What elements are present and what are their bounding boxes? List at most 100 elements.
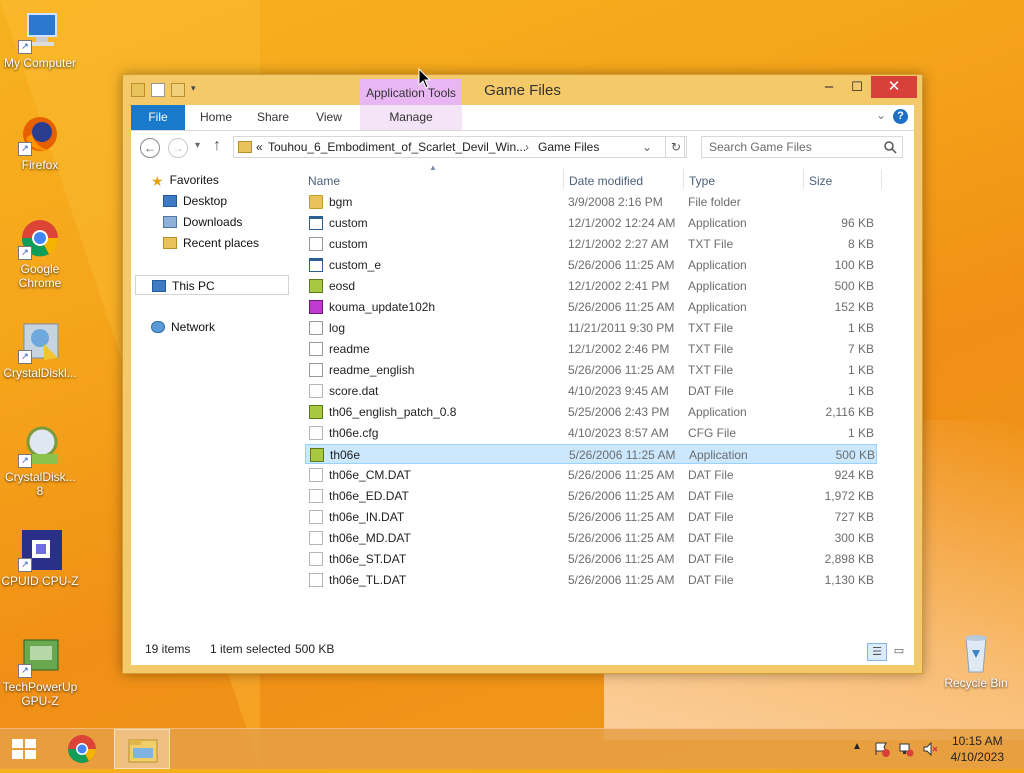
show-hidden-icons-icon[interactable]: ▲ (852, 741, 862, 752)
file-row[interactable]: th06e_CM.DAT 5/26/2006 11:25 AM DAT File 92… (305, 465, 877, 485)
file-type: DAT File (688, 468, 734, 482)
nav-desktop-label: Desktop (183, 194, 228, 208)
file-name: th06e_MD.DAT (329, 531, 411, 545)
file-icon (309, 468, 323, 482)
address-dropdown-icon[interactable]: ⌄ (642, 137, 652, 157)
desktop-icon-crystaldiskmark[interactable]: ↗ CrystalDisk... 8 (0, 424, 80, 498)
column-divider[interactable] (563, 169, 564, 189)
file-type: TXT File (688, 321, 734, 335)
expand-ribbon-icon[interactable]: ⌄ (876, 108, 886, 122)
desktop-icon-recycle-bin[interactable]: Recycle Bin (936, 630, 1016, 690)
desktop-icon-cpuz[interactable]: ↗ CPUID CPU-Z (0, 528, 80, 588)
nav-this-pc[interactable]: This PC (135, 275, 289, 295)
file-list: ▲ Name Date modified Type Size bgm 3/9/20… (303, 163, 914, 635)
tab-manage[interactable]: Manage (360, 105, 462, 130)
file-type: CFG File (688, 426, 736, 440)
help-button[interactable]: ? (893, 109, 908, 124)
recent-locations-icon[interactable]: ▾ (195, 140, 200, 151)
start-button[interactable] (10, 737, 38, 761)
file-row[interactable]: th06e_IN.DAT 5/26/2006 11:25 AM DAT File 72… (305, 507, 877, 527)
file-type: File folder (688, 195, 741, 209)
file-row[interactable]: th06e 5/26/2006 11:25 AM Application 500 KB (305, 444, 877, 464)
column-header-name[interactable]: Name (308, 171, 340, 191)
system-clock[interactable]: 10:15 AM 4/10/2023 (951, 733, 1004, 765)
file-row[interactable]: kouma_update102h 5/26/2006 11:25 AM Applic… (305, 297, 877, 317)
breadcrumb-parent[interactable]: Touhou_6_Embodiment_of_Scarlet_Devil_Win… (268, 137, 526, 157)
file-date-modified: 5/26/2006 11:25 AM (568, 573, 675, 587)
nav-network[interactable]: Network (151, 317, 215, 337)
volume-muted-icon[interactable] (922, 741, 938, 760)
file-row[interactable]: readme_english 5/26/2006 11:25 AM TXT File… (305, 360, 877, 380)
title-bar[interactable]: ▾ Application Tools Game Files – ☐ ✕ (123, 75, 922, 105)
windows-logo-icon (12, 739, 36, 759)
file-row[interactable]: log 11/21/2011 9:30 PM TXT File 1 KB (305, 318, 877, 338)
taskbar-file-explorer[interactable] (114, 729, 170, 769)
file-name: th06e.cfg (329, 426, 379, 440)
file-row[interactable]: th06e_ST.DAT 5/26/2006 11:25 AM DAT File 2,… (305, 549, 877, 569)
breadcrumb-current[interactable]: Game Files (538, 137, 599, 157)
desktop-icon-my-computer[interactable]: ↗ My Computer (0, 10, 80, 70)
column-header-size[interactable]: Size (809, 171, 832, 191)
taskbar-chrome[interactable] (54, 729, 110, 769)
back-button[interactable]: ← (140, 138, 160, 158)
file-row[interactable]: th06e_ED.DAT 5/26/2006 11:25 AM DAT File 1,… (305, 486, 877, 506)
network-status-icon[interactable] (898, 741, 914, 760)
breadcrumb-separator[interactable]: › (525, 137, 529, 157)
file-icon (309, 426, 323, 440)
file-row[interactable]: score.dat 4/10/2023 9:45 AM DAT File 1 KB (305, 381, 877, 401)
column-divider[interactable] (803, 169, 804, 189)
forward-button[interactable]: → (168, 138, 188, 158)
action-center-icon[interactable] (874, 741, 890, 760)
nav-downloads[interactable]: Downloads (163, 212, 242, 232)
column-divider[interactable] (683, 169, 684, 189)
clock-date: 4/10/2023 (950, 750, 1004, 764)
file-name: custom (329, 216, 368, 230)
desktop-icon-firefox[interactable]: ↗ Firefox (0, 112, 80, 172)
tab-view[interactable]: View (307, 105, 351, 130)
column-divider[interactable] (881, 169, 882, 189)
file-row[interactable]: custom 12/1/2002 12:24 AM Application 96 KB (305, 213, 877, 233)
desktop-icon-crystaldiskinfo[interactable]: ↗ CrystalDiskl... (0, 320, 80, 380)
file-size: 1 KB (847, 384, 874, 398)
file-row[interactable]: th06_english_patch_0.8 5/25/2006 2:43 PM A… (305, 402, 877, 422)
close-button[interactable]: ✕ (871, 76, 917, 98)
desktop-icon-label: CrystalDisk... 8 (5, 470, 76, 498)
file-row[interactable]: custom_e 5/26/2006 11:25 AM Application 100… (305, 255, 877, 275)
search-icon[interactable] (883, 140, 897, 154)
address-prefix[interactable]: « (256, 137, 263, 157)
large-icons-view-button[interactable]: ▭ (889, 643, 909, 661)
tab-home[interactable]: Home (193, 105, 239, 130)
nav-recent-places[interactable]: Recent places (163, 233, 259, 253)
file-explorer-icon (128, 739, 158, 763)
column-header-type[interactable]: Type (689, 171, 715, 191)
file-size: 500 KB (834, 279, 874, 293)
file-row[interactable]: eosd 12/1/2002 2:41 PM Application 500 KB (305, 276, 877, 296)
nav-favorites[interactable]: ★ Favorites (151, 170, 219, 190)
file-type: Application (688, 405, 747, 419)
search-input[interactable]: Search Game Files (701, 136, 903, 158)
desktop-icon-chrome[interactable]: ↗ Google Chrome (0, 216, 80, 290)
file-row[interactable]: custom 12/1/2002 2:27 AM TXT File 8 KB (305, 234, 877, 254)
file-size: 2,116 KB (825, 405, 874, 419)
file-icon (309, 489, 323, 503)
file-row[interactable]: readme 12/1/2002 2:46 PM TXT File 7 KB (305, 339, 877, 359)
desktop-icon-label: CPUID CPU-Z (1, 574, 79, 588)
address-bar[interactable]: « Touhou_6_Embodiment_of_Scarlet_Devil_W… (233, 136, 685, 158)
nav-desktop[interactable]: Desktop (163, 191, 227, 211)
details-view-button[interactable]: ☰ (867, 643, 887, 661)
file-row[interactable]: th06e_MD.DAT 5/26/2006 11:25 AM DAT File 30… (305, 528, 877, 548)
file-icon (309, 573, 323, 587)
file-row[interactable]: bgm 3/9/2008 2:16 PM File folder (305, 192, 877, 212)
clock-time: 10:15 AM (951, 734, 1003, 748)
up-button[interactable]: ↑ (213, 137, 221, 155)
tab-file[interactable]: File (131, 105, 185, 130)
desktop-icon-gpuz[interactable]: ↗ TechPowerUp GPU-Z (0, 634, 80, 708)
file-row[interactable]: th06e_TL.DAT 5/26/2006 11:25 AM DAT File 1,… (305, 570, 877, 590)
desktop-icon-label: Google Chrome (18, 262, 62, 290)
refresh-button[interactable]: ↻ (665, 136, 687, 158)
desktop-icon-label: CrystalDiskl... (3, 366, 77, 380)
column-header-date[interactable]: Date modified (569, 171, 643, 191)
file-name: th06e_CM.DAT (329, 468, 411, 482)
file-row[interactable]: th06e.cfg 4/10/2023 8:57 AM CFG File 1 KB (305, 423, 877, 443)
tab-share[interactable]: Share (249, 105, 297, 130)
